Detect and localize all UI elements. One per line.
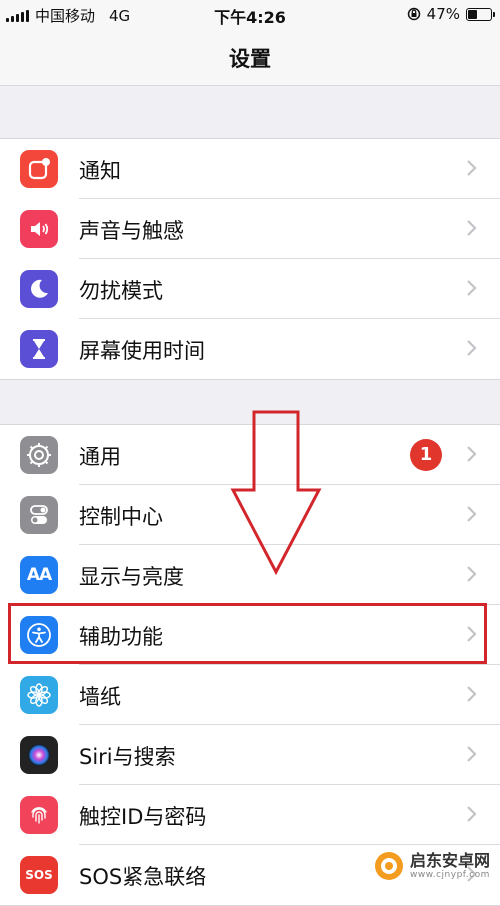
chevron-right-icon bbox=[467, 746, 477, 762]
settings-row-label: 显示与亮度 bbox=[79, 565, 184, 589]
battery-icon bbox=[466, 7, 495, 21]
siri-icon bbox=[20, 736, 58, 774]
settings-row-do-not-disturb[interactable]: 勿扰模式 bbox=[0, 259, 500, 319]
settings-row-screen-time[interactable]: 屏幕使用时间 bbox=[0, 319, 500, 379]
orientation-lock-icon bbox=[407, 7, 420, 21]
chevron-right-icon bbox=[467, 446, 477, 462]
sos-icon: SOS bbox=[20, 856, 58, 894]
moon-icon bbox=[20, 270, 58, 308]
settings-row-label: 墙纸 bbox=[79, 685, 121, 709]
annotation-arrow-down-icon bbox=[230, 410, 322, 575]
settings-row-wallpaper[interactable]: 墙纸 bbox=[0, 665, 500, 725]
settings-row-touch-id-passcode[interactable]: 触控ID与密码 bbox=[0, 785, 500, 845]
text-size-icon: AA bbox=[20, 556, 58, 594]
page-title: 设置 bbox=[229, 47, 271, 71]
settings-row-label: 声音与触感 bbox=[79, 219, 184, 243]
gear-icon bbox=[20, 436, 58, 474]
settings-row-notifications[interactable]: 通知 bbox=[0, 139, 500, 199]
watermark-logo-icon bbox=[374, 852, 403, 880]
fingerprint-icon bbox=[20, 796, 58, 834]
notification-badge: 1 bbox=[410, 439, 442, 471]
chevron-right-icon bbox=[467, 280, 477, 296]
hourglass-icon bbox=[20, 330, 58, 368]
watermark: 启东安卓网 www.cjnypf.com bbox=[374, 851, 490, 881]
chevron-right-icon bbox=[467, 566, 477, 582]
chevron-right-icon bbox=[467, 686, 477, 702]
annotation-highlight-box bbox=[8, 603, 487, 664]
settings-row-label: 屏幕使用时间 bbox=[79, 339, 205, 363]
chevron-right-icon bbox=[467, 220, 477, 236]
chevron-right-icon bbox=[467, 506, 477, 522]
chevron-right-icon bbox=[467, 806, 477, 822]
watermark-text: 启东安卓网 bbox=[409, 851, 490, 870]
speaker-icon bbox=[20, 210, 58, 248]
chevron-right-icon bbox=[467, 340, 477, 356]
notification-icon bbox=[20, 150, 58, 188]
settings-row-label: 勿扰模式 bbox=[79, 279, 163, 303]
status-bar: 中国移动 4G 下午4:26 47% bbox=[0, 0, 500, 30]
settings-row-label: 通用 bbox=[79, 445, 121, 469]
watermark-url: www.cjnypf.com bbox=[409, 870, 490, 880]
toggles-icon bbox=[20, 496, 58, 534]
settings-row-sounds[interactable]: 声音与触感 bbox=[0, 199, 500, 259]
settings-row-label: 控制中心 bbox=[79, 505, 163, 529]
flower-icon bbox=[20, 676, 58, 714]
settings-row-label: 触控ID与密码 bbox=[79, 805, 207, 829]
settings-group-1: 通知 声音与触感 勿扰模式 屏幕使用时间 bbox=[0, 138, 500, 380]
settings-row-label: Siri与搜索 bbox=[79, 745, 176, 769]
settings-row-label: SOS紧急联络 bbox=[79, 865, 207, 889]
navigation-bar: 设置 bbox=[0, 30, 500, 86]
settings-row-label: 通知 bbox=[79, 159, 121, 183]
settings-row-siri-search[interactable]: Siri与搜索 bbox=[0, 725, 500, 785]
chevron-right-icon bbox=[467, 160, 477, 176]
battery-percent: 47% bbox=[426, 5, 460, 23]
